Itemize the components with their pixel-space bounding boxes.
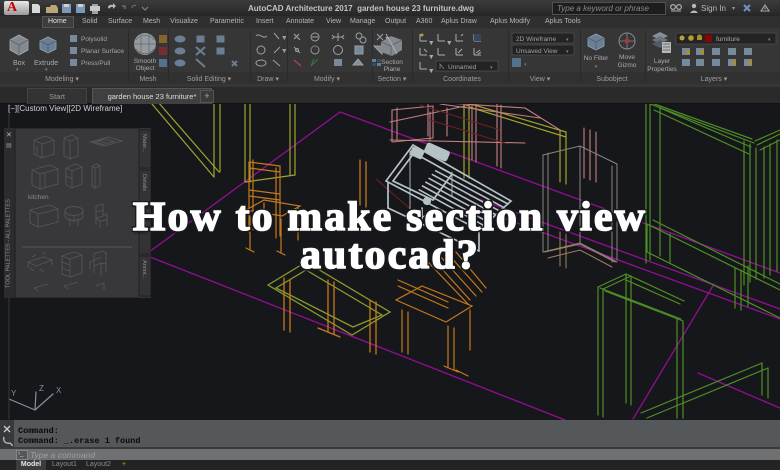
- svg-text:Section: Section: [381, 59, 403, 66]
- svg-text:Box: Box: [13, 60, 26, 67]
- svg-text:▾: ▾: [448, 40, 451, 46]
- svg-text:▾: ▾: [283, 35, 286, 41]
- svg-text:Plane: Plane: [384, 66, 401, 73]
- svg-text:Smooth: Smooth: [134, 58, 157, 65]
- svg-text:Layer: Layer: [654, 58, 671, 65]
- svg-text:Unnamed: Unnamed: [448, 64, 477, 71]
- svg-text:2D Wireframe: 2D Wireframe: [516, 36, 556, 43]
- svg-text:No Filter: No Filter: [584, 55, 609, 62]
- svg-text:Object: Object: [136, 65, 155, 72]
- svg-text:Modeling ▾: Modeling ▾: [45, 76, 79, 83]
- svg-text:Subobject: Subobject: [596, 76, 627, 83]
- svg-text:Mesh: Mesh: [139, 76, 156, 83]
- svg-text:Details: Details: [141, 174, 147, 191]
- svg-text:Section ▾: Section ▾: [378, 76, 407, 83]
- svg-text:Mater...: Mater...: [141, 134, 147, 153]
- svg-text:Coordinates: Coordinates: [443, 76, 481, 83]
- svg-text:▾: ▾: [732, 6, 735, 12]
- svg-text:▾: ▾: [430, 54, 433, 60]
- svg-text:Move: Move: [619, 54, 635, 61]
- svg-text:✕: ✕: [6, 132, 12, 139]
- svg-text:Sign In: Sign In: [701, 4, 726, 13]
- svg-text:Draw ▾: Draw ▾: [257, 76, 279, 83]
- svg-text:▾: ▾: [595, 64, 598, 70]
- svg-text:▾: ▾: [228, 38, 231, 44]
- svg-text:Modify ▾: Modify ▾: [314, 76, 341, 83]
- svg-text:Gizmo: Gizmo: [618, 62, 637, 69]
- svg-text:Solid Editing ▾: Solid Editing ▾: [187, 76, 232, 83]
- svg-text:Planar Surface: Planar Surface: [81, 48, 124, 55]
- svg-text:▾: ▾: [430, 40, 433, 46]
- svg-text:Press/Pull: Press/Pull: [81, 60, 111, 67]
- svg-text:Polysolid: Polysolid: [81, 36, 107, 43]
- svg-text:Unsaved View: Unsaved View: [516, 48, 558, 55]
- svg-text:▾: ▾: [228, 50, 231, 56]
- svg-text:X: X: [56, 386, 62, 395]
- svg-text:Extrude: Extrude: [34, 60, 58, 67]
- svg-text:View ▾: View ▾: [530, 76, 551, 83]
- svg-text:furniture: furniture: [716, 36, 740, 43]
- svg-text:Layers ▾: Layers ▾: [701, 76, 728, 83]
- svg-text:Properties: Properties: [647, 66, 677, 73]
- svg-text:▾: ▾: [524, 62, 527, 68]
- svg-text:▤: ▤: [6, 143, 12, 149]
- svg-text:Y: Y: [11, 389, 17, 398]
- svg-text:▾: ▾: [283, 48, 286, 54]
- svg-text:Z: Z: [39, 384, 44, 393]
